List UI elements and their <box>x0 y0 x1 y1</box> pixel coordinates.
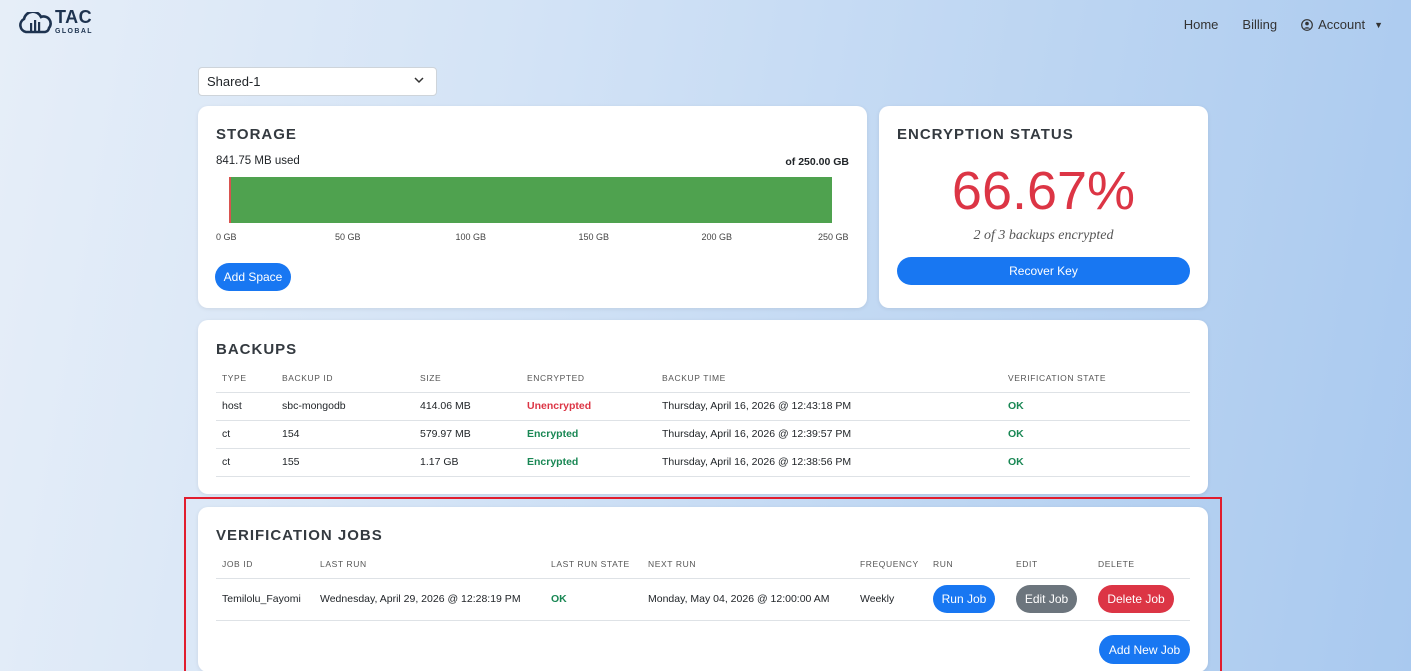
col-backup-time-header: BACKUP TIME <box>656 372 1002 393</box>
cell-verification-state: OK <box>1002 392 1190 421</box>
table-row: ct 155 1.17 GB Encrypted Thursday, April… <box>216 448 1190 477</box>
account-label: Account <box>1318 17 1366 32</box>
selection-highlight-box <box>184 497 1222 671</box>
recover-key-button[interactable]: Recover Key <box>897 257 1190 285</box>
brand-logo[interactable]: TAC GLOBAL <box>18 8 92 36</box>
selector-value: Shared-1 <box>207 74 261 89</box>
storage-tick-label: 250 GB <box>818 232 849 242</box>
col-encrypted-header: ENCRYPTED <box>521 372 656 393</box>
cell-encrypted: Encrypted <box>521 420 656 449</box>
table-row: ct 154 579.97 MB Encrypted Thursday, Apr… <box>216 420 1190 449</box>
cell-backup-id: 154 <box>276 420 414 449</box>
cell-size: 579.97 MB <box>414 420 521 449</box>
col-verification-state-header: VERIFICATION STATE <box>1002 372 1190 393</box>
cell-type: host <box>216 392 276 421</box>
cell-size: 1.17 GB <box>414 448 521 477</box>
add-space-button[interactable]: Add Space <box>215 263 291 291</box>
chevron-down-icon <box>414 76 424 87</box>
account-selector[interactable]: Shared-1 <box>198 67 437 96</box>
nav-billing-link[interactable]: Billing <box>1242 17 1277 32</box>
brand-name: TAC <box>55 7 93 27</box>
cell-size: 414.06 MB <box>414 392 521 421</box>
cell-encrypted: Encrypted <box>521 448 656 477</box>
storage-card: STORAGE 841.75 MB used of 250.00 GB 0 GB… <box>198 106 867 308</box>
storage-tick-label: 50 GB <box>335 232 361 242</box>
backups-title: BACKUPS <box>216 341 298 358</box>
storage-used-segment <box>229 177 231 223</box>
storage-tick-label: 0 GB <box>216 232 237 242</box>
cell-backup-id: 155 <box>276 448 414 477</box>
encryption-percent: 66.67% <box>951 161 1136 221</box>
top-navbar: TAC GLOBAL Home Billing Account ▼ <box>0 0 1411 50</box>
storage-title: STORAGE <box>216 126 297 143</box>
encryption-status-card: ENCRYPTION STATUS 66.67% 2 of 3 backups … <box>879 106 1208 308</box>
cloud-logo-icon <box>19 12 52 34</box>
cell-backup-time: Thursday, April 16, 2026 @ 12:38:56 PM <box>656 448 1002 477</box>
col-size-header: SIZE <box>414 372 521 393</box>
storage-tick-label: 200 GB <box>701 232 733 242</box>
cell-type: ct <box>216 420 276 449</box>
brand-tagline: GLOBAL <box>55 28 93 35</box>
user-circle-icon <box>1301 18 1313 31</box>
encryption-title: ENCRYPTION STATUS <box>897 126 1074 143</box>
storage-total-text: of 250.00 GB <box>785 156 849 168</box>
backups-card: BACKUPS TYPE BACKUP ID SIZE ENCRYPTED BA… <box>198 320 1208 494</box>
backups-table: TYPE BACKUP ID SIZE ENCRYPTED BACKUP TIM… <box>216 372 1190 477</box>
storage-usage-bar <box>229 177 832 223</box>
cell-backup-time: Thursday, April 16, 2026 @ 12:43:18 PM <box>656 392 1002 421</box>
storage-tick-label: 150 GB <box>578 232 610 242</box>
cell-verification-state: OK <box>1002 448 1190 477</box>
backups-header-row: TYPE BACKUP ID SIZE ENCRYPTED BACKUP TIM… <box>216 372 1190 393</box>
cell-encrypted: Unencrypted <box>521 392 656 421</box>
col-type-header: TYPE <box>216 372 276 393</box>
cell-backup-time: Thursday, April 16, 2026 @ 12:39:57 PM <box>656 420 1002 449</box>
cell-backup-id: sbc-mongodb <box>276 392 414 421</box>
storage-tick-label: 100 GB <box>455 232 487 242</box>
nav-account-dropdown[interactable]: Account ▼ <box>1301 17 1383 32</box>
caret-down-icon: ▼ <box>1374 19 1383 30</box>
cell-type: ct <box>216 448 276 477</box>
encryption-subtitle: 2 of 3 backups encrypted <box>973 228 1114 243</box>
storage-axis-ticks: 0 GB 50 GB 100 GB 150 GB 200 GB 250 GB <box>216 232 849 246</box>
col-backup-id-header: BACKUP ID <box>276 372 414 393</box>
table-row: host sbc-mongodb 414.06 MB Unencrypted T… <box>216 392 1190 421</box>
cell-verification-state: OK <box>1002 420 1190 449</box>
nav-home-link[interactable]: Home <box>1184 17 1219 32</box>
storage-used-text: 841.75 MB used <box>216 155 300 167</box>
